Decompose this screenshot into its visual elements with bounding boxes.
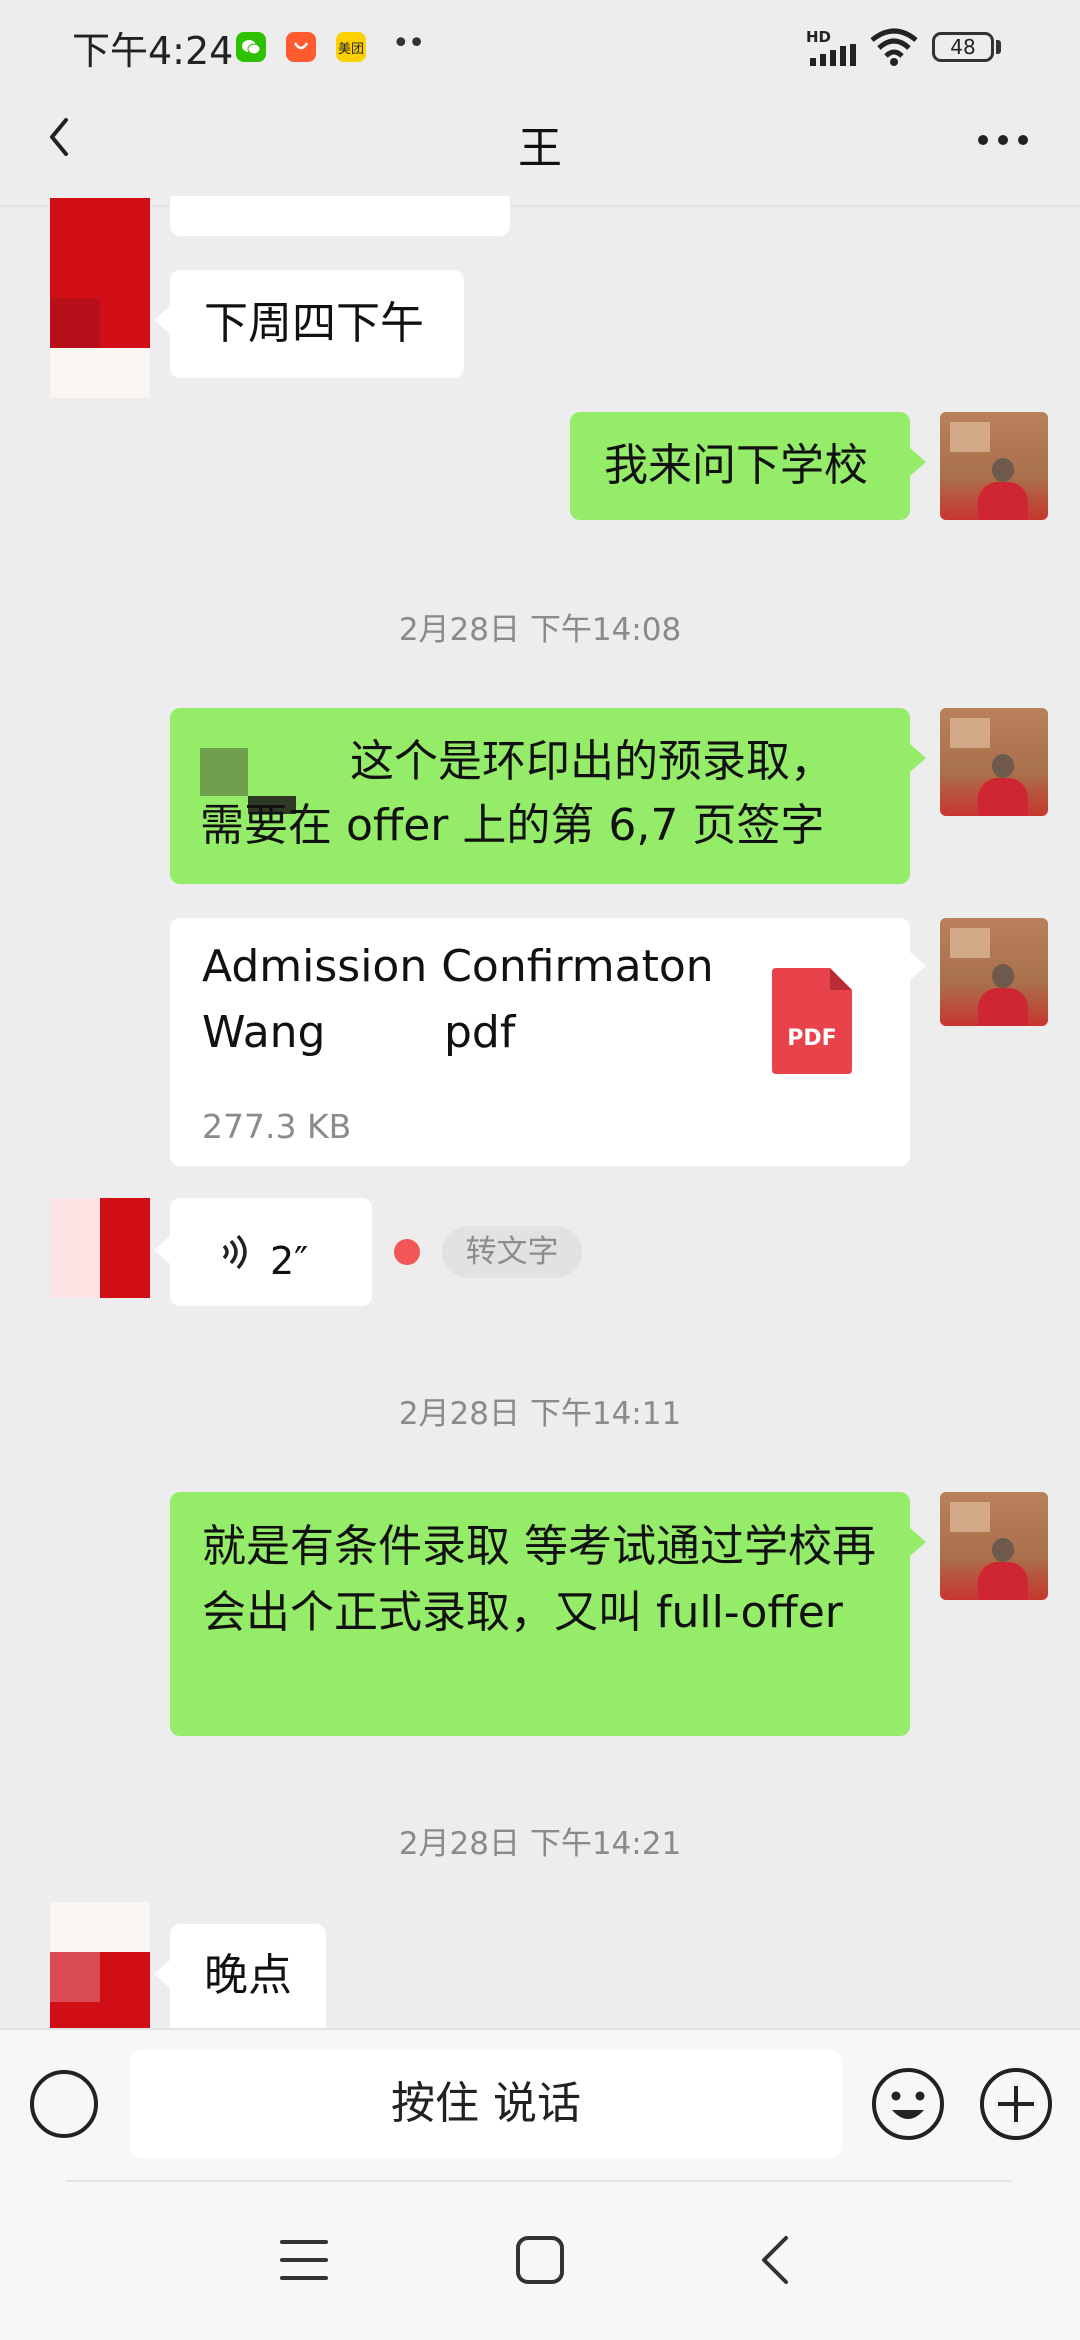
message-bubble[interactable]: 晚点 bbox=[170, 1924, 326, 2028]
meituan-app-icon: 美团 bbox=[336, 32, 366, 62]
file-name-line2-prefix: Wang bbox=[202, 1007, 326, 1058]
header-divider bbox=[0, 205, 1080, 207]
home-icon[interactable] bbox=[514, 2234, 566, 2286]
bubble-tail bbox=[910, 952, 926, 980]
file-message-card[interactable]: Admission Confirmaton Wang pdf 277.3 KB … bbox=[170, 918, 910, 1166]
taobao-app-icon bbox=[286, 32, 316, 62]
signal-icon bbox=[810, 44, 856, 66]
file-name-line1: Admission Confirmaton bbox=[202, 941, 714, 992]
unread-voice-dot bbox=[394, 1239, 420, 1265]
battery-tip bbox=[996, 40, 1001, 54]
bubble-tail bbox=[154, 1236, 170, 1264]
plus-circle-icon[interactable] bbox=[978, 2066, 1054, 2142]
my-avatar[interactable] bbox=[940, 412, 1048, 520]
bubble-tail bbox=[910, 448, 926, 476]
message-text: 这个是环印出的预录取，需要在 offer 上的第 6,7 页签字 bbox=[200, 736, 834, 851]
menu-icon[interactable] bbox=[278, 2236, 330, 2284]
bubble-tail bbox=[910, 1528, 926, 1556]
message-bubble-self[interactable]: 就是有条件录取 等考试通过学校再会出个正式录取，又叫 full-offer bbox=[170, 1492, 910, 1736]
bubble-tail bbox=[910, 744, 926, 772]
contact-avatar[interactable] bbox=[50, 198, 150, 398]
previous-message-bubble[interactable] bbox=[170, 196, 510, 236]
message-bubble-self[interactable]: 这个是环印出的预录取，需要在 offer 上的第 6,7 页签字 bbox=[170, 708, 910, 884]
timestamp: 2月28日 下午14:21 bbox=[398, 1826, 682, 1862]
convert-to-text-button[interactable]: 转文字 bbox=[442, 1226, 582, 1278]
voice-duration: 2″ bbox=[270, 1239, 309, 1283]
hold-to-talk-button[interactable]: 按住 说话 bbox=[130, 2050, 842, 2158]
contact-avatar[interactable] bbox=[50, 1198, 150, 1298]
message-text: 下周四下午 bbox=[204, 298, 424, 349]
ellipsis-icon[interactable] bbox=[976, 132, 1030, 148]
my-avatar[interactable] bbox=[940, 918, 1048, 1026]
timestamp: 2月28日 下午14:08 bbox=[398, 612, 682, 648]
nav-divider bbox=[66, 2180, 1012, 2182]
timestamp: 2月28日 下午14:11 bbox=[398, 1396, 682, 1432]
bubble-tail bbox=[154, 1960, 170, 1988]
message-bubble-self[interactable]: 我来问下学校 bbox=[570, 412, 910, 520]
pdf-label: PDF bbox=[787, 1026, 837, 1051]
file-name-line2-suffix: pdf bbox=[444, 1007, 516, 1058]
chat-title: 王 bbox=[518, 123, 562, 174]
more-notifications-indicator: •• bbox=[392, 26, 425, 61]
pdf-file-icon: PDF bbox=[772, 968, 852, 1074]
message-bubble[interactable]: 下周四下午 bbox=[170, 270, 464, 378]
my-avatar[interactable] bbox=[940, 1492, 1048, 1600]
bubble-tail bbox=[154, 306, 170, 334]
smiley-icon[interactable] bbox=[870, 2066, 946, 2142]
wifi-icon bbox=[870, 28, 918, 66]
message-text: 就是有条件录取 等考试通过学校再会出个正式录取，又叫 full-offer bbox=[202, 1521, 876, 1638]
battery-icon: 48 bbox=[932, 32, 994, 62]
meituan-label: 美团 bbox=[337, 41, 364, 57]
voice-wave-icon bbox=[222, 1234, 247, 1270]
voice-mode-icon[interactable] bbox=[28, 2068, 100, 2140]
file-size: 277.3 KB bbox=[202, 1107, 352, 1146]
message-text: 晚点 bbox=[204, 1950, 292, 2001]
back-nav-icon[interactable] bbox=[756, 2234, 796, 2286]
my-avatar[interactable] bbox=[940, 708, 1048, 816]
battery-level: 48 bbox=[950, 35, 976, 59]
message-text: 我来问下学校 bbox=[604, 440, 868, 491]
voice-message-bubble[interactable]: 2″ bbox=[170, 1198, 372, 1306]
status-time: 下午4:24 bbox=[72, 29, 234, 73]
wechat-app-icon bbox=[236, 32, 266, 62]
